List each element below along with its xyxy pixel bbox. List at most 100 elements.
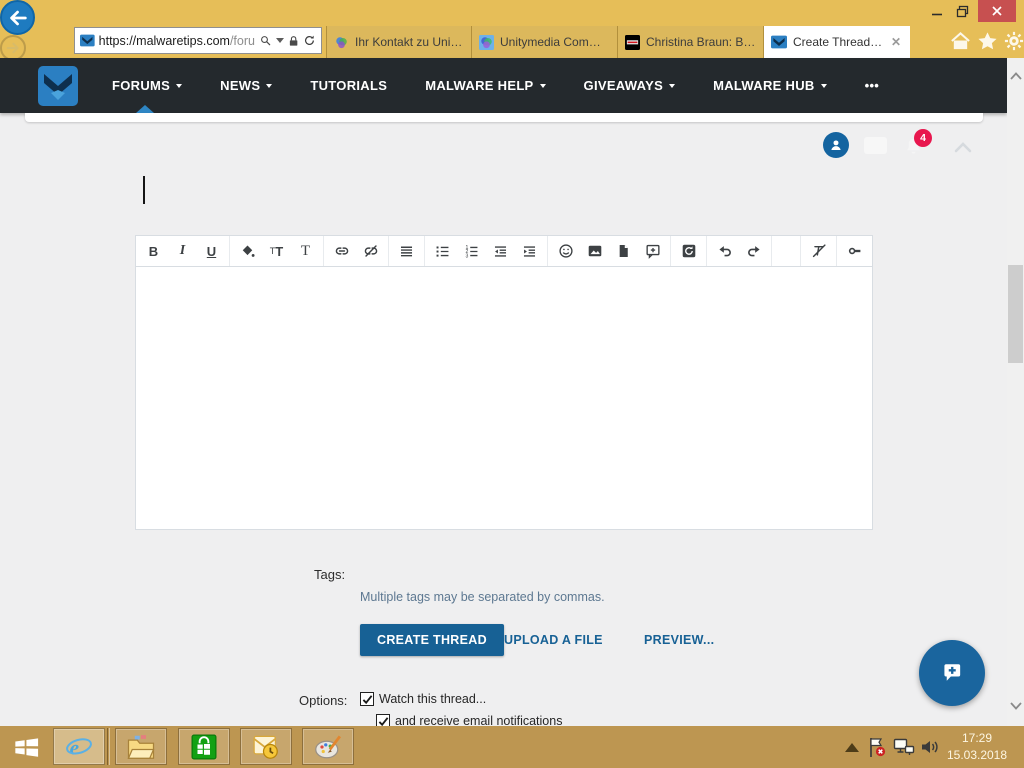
page-scrollbar[interactable] xyxy=(1007,58,1024,726)
favorites-star-icon xyxy=(977,32,997,50)
redo-icon[interactable] xyxy=(739,238,768,264)
address-dropdown-icon[interactable] xyxy=(275,38,284,43)
italic-icon[interactable]: I xyxy=(168,238,197,264)
address-bar[interactable]: https://malwaretips.com/foru xyxy=(74,27,322,54)
favorites-button[interactable] xyxy=(975,30,999,52)
tray-clock[interactable]: 17:29 15.03.2018 xyxy=(937,730,1017,764)
nav-item-forums[interactable]: FORUMS xyxy=(112,78,183,93)
settings-gear-icon xyxy=(1004,31,1024,51)
save-draft-icon[interactable] xyxy=(674,238,703,264)
malwaretips-logo[interactable] xyxy=(38,66,78,106)
internet-explorer-icon: e xyxy=(66,735,92,759)
tags-help-text: Multiple tags may be separated by commas… xyxy=(360,590,605,604)
settings-button[interactable] xyxy=(1002,30,1024,52)
taskbar-paint[interactable] xyxy=(302,728,354,765)
toolbar-group-clear xyxy=(800,236,836,266)
refresh-icon[interactable] xyxy=(303,33,316,48)
svg-text:3: 3 xyxy=(466,253,469,259)
text-color-icon[interactable] xyxy=(233,238,262,264)
taskbar-file-explorer[interactable] xyxy=(115,728,167,765)
active-nav-caret xyxy=(136,105,154,113)
action-center-flag-icon[interactable] xyxy=(866,736,887,758)
nav-item-giveaways[interactable]: GIVEAWAYS xyxy=(584,78,676,93)
nav-label: TUTORIALS xyxy=(310,78,388,93)
tab-close-icon[interactable]: ✕ xyxy=(889,35,903,49)
file-explorer-icon xyxy=(127,734,155,759)
unlink-icon[interactable] xyxy=(356,238,385,264)
font-size-icon[interactable]: TT xyxy=(262,238,291,264)
minimize-icon xyxy=(932,13,942,16)
font-family-icon[interactable]: T xyxy=(291,238,320,264)
bold-icon[interactable]: B xyxy=(139,238,168,264)
nav-item-news[interactable]: NEWS xyxy=(220,78,273,93)
outlook-icon xyxy=(253,735,278,759)
home-button[interactable] xyxy=(948,30,972,52)
toolbar-group-history xyxy=(707,236,772,266)
toolbar-group-bbcode xyxy=(836,236,872,266)
outdent-icon[interactable] xyxy=(486,238,515,264)
tab-unitymedia-community[interactable]: Unitymedia Commu... xyxy=(472,26,618,58)
tray-expand-chevron-icon[interactable] xyxy=(845,743,859,752)
lock-icon xyxy=(289,35,298,46)
tab-create-thread[interactable]: Create Thread | ... ✕ xyxy=(764,26,910,58)
scrollbar-thumb[interactable] xyxy=(1008,265,1023,363)
editor-content-area[interactable] xyxy=(135,267,873,530)
nav-item-tutorials[interactable]: TUTORIALS xyxy=(310,78,387,93)
window-restore-button[interactable] xyxy=(951,0,973,22)
watch-thread-checkbox[interactable] xyxy=(360,692,374,706)
create-thread-button[interactable]: CREATE THREAD xyxy=(360,624,504,656)
attach-file-icon[interactable] xyxy=(609,238,638,264)
unitymedia-icon xyxy=(336,36,347,48)
bbcode-key-icon[interactable] xyxy=(840,238,869,264)
nav-label: MALWARE HUB xyxy=(713,78,815,93)
nav-item-malware-hub[interactable]: MALWARE HUB xyxy=(713,78,827,93)
list-ordered-icon[interactable]: 123 xyxy=(457,238,486,264)
taskbar-internet-explorer[interactable]: e xyxy=(53,728,105,765)
window-minimize-button[interactable] xyxy=(926,0,948,22)
align-justify-icon[interactable] xyxy=(392,238,421,264)
toolbar-group-lists: 123 xyxy=(425,236,548,266)
nav-item-more[interactable]: ••• xyxy=(865,78,880,93)
watch-thread-label: Watch this thread... xyxy=(379,692,487,706)
nav-item-malware-help[interactable]: MALWARE HELP xyxy=(425,78,546,93)
tab-christina-braun[interactable]: Christina Braun: Bac... xyxy=(618,26,764,58)
insert-quote-icon[interactable] xyxy=(638,238,667,264)
preview-button[interactable]: PREVIEW... xyxy=(644,633,714,647)
link-icon[interactable] xyxy=(327,238,356,264)
url-path: /foru xyxy=(229,33,255,48)
window-close-button[interactable] xyxy=(978,0,1016,22)
tab-ihr-kontakt[interactable]: Ihr Kontakt zu Unity... xyxy=(326,26,472,58)
forward-arrow-icon xyxy=(6,42,19,54)
upload-file-button[interactable]: UPLOAD A FILE xyxy=(504,633,603,647)
search-icon[interactable] xyxy=(259,33,272,48)
new-chat-fab[interactable] xyxy=(919,640,985,706)
editor-toolbar: B I U TT T 123 xyxy=(135,235,873,267)
taskbar-outlook[interactable] xyxy=(240,728,292,765)
underline-icon[interactable]: U xyxy=(197,238,226,264)
taskbar-windows-store[interactable] xyxy=(178,728,230,765)
undo-icon[interactable] xyxy=(710,238,739,264)
emoji-icon[interactable] xyxy=(551,238,580,264)
scroll-up-icon[interactable] xyxy=(1008,68,1023,84)
options-label: Options: xyxy=(299,693,348,708)
inbox-icon[interactable] xyxy=(864,137,887,154)
toolbar-group-align xyxy=(389,236,425,266)
back-button[interactable] xyxy=(0,0,35,35)
tab-title: Christina Braun: Bac... xyxy=(646,35,756,49)
start-button[interactable] xyxy=(10,732,44,762)
indent-icon[interactable] xyxy=(515,238,544,264)
nav-menu: FORUMS NEWS TUTORIALS MALWARE HELP GIVEA… xyxy=(112,58,879,113)
nav-label: MALWARE HELP xyxy=(425,78,534,93)
list-bullet-icon[interactable] xyxy=(428,238,457,264)
image-icon[interactable] xyxy=(580,238,609,264)
collapse-chevron-icon[interactable] xyxy=(953,140,973,154)
malwaretips-favicon xyxy=(80,34,95,47)
paint-icon xyxy=(315,735,341,758)
network-icon[interactable] xyxy=(893,738,915,756)
back-arrow-icon xyxy=(9,10,27,25)
scroll-down-icon[interactable] xyxy=(1008,698,1023,714)
remove-format-icon[interactable] xyxy=(804,238,833,264)
alerts-badge[interactable]: 4 xyxy=(914,129,932,147)
avatar[interactable] xyxy=(823,132,849,158)
